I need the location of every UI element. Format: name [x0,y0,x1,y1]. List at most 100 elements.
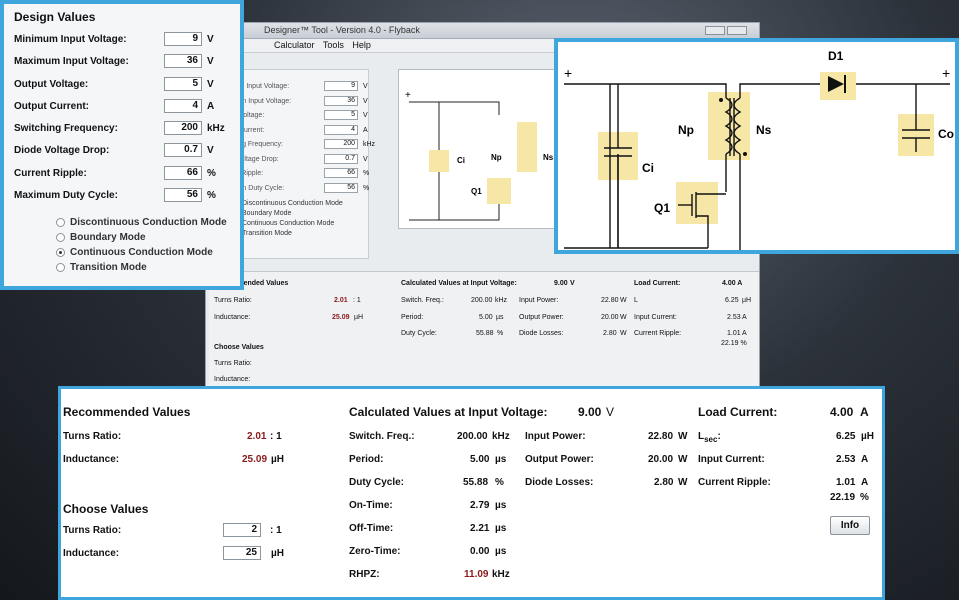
power-unit: W [678,454,688,465]
info-button[interactable]: Info [830,516,870,535]
bg-schematic: + Ci Np Ns Q1 [398,69,558,229]
bg-dmax-input[interactable]: 56 [324,182,358,193]
input-voltage-value: 9.00 [578,405,602,419]
input-current-unit: A [861,454,869,465]
radio-button[interactable] [56,263,65,273]
switching-frequency-row: Switching Frequency: 200 kHz [14,119,234,141]
calc-label: On-Time: [349,500,393,511]
d1-label: D1 [828,49,844,63]
field-label: Maximum Input Voltage: [14,56,129,68]
radio-label: Discontinuous Conduction Mode [70,217,227,229]
calc-label: Duty Cycle: [349,477,405,488]
rec-turns-unit: : 1 [270,431,282,442]
rec-inductance-label: Inductance: [63,454,120,465]
bg-plus-label: + [405,90,411,101]
radio-button-selected[interactable] [56,248,65,258]
output-current-row: Output Current: 4 A [14,97,234,119]
bg-q1-label: Q1 [471,187,482,196]
bg-np-label: Np [491,153,502,162]
current-ripple-pct-unit: % [860,492,869,503]
q1-label: Q1 [654,201,670,215]
rhpz-value: 11.09 [464,569,489,580]
calc-value: 2.21 [470,523,490,534]
ns-label: Ns [756,123,772,137]
calc-unit: µs [495,500,507,511]
diode-voltage-drop-input[interactable]: 0.7 [164,143,202,158]
bg-max-vin-input[interactable]: 36 [324,95,358,106]
min-input-voltage-input[interactable]: 9 [164,32,202,46]
field-label: Output Current: [14,100,89,112]
unit-label: A [207,100,215,112]
ci-label: Ci [642,161,654,175]
choose-turns-label: Turns Ratio: [63,525,122,536]
bg-vout-input[interactable]: 5 [324,110,358,120]
calc-unit: % [495,477,504,488]
radio-transition-mode[interactable]: Transition Mode [14,261,234,276]
current-ripple-value: 1.01 [836,477,856,488]
plus-right-label: + [942,65,950,81]
radio-discontinuous-mode[interactable]: Discontinuous Conduction Mode [14,216,234,231]
maximize-button[interactable] [727,26,747,35]
rec-turns-value: 2.01 [247,431,267,442]
calc-value: 55.88 [463,477,489,488]
output-current-input[interactable]: 4 [164,98,202,113]
rec-turns-label: Turns Ratio: [63,431,122,442]
switching-frequency-input[interactable]: 200 [164,121,202,136]
unit-label: % [207,190,216,202]
schematic-zoom-panel: + + Ci Np Ns Q1 D1 Co [554,38,959,254]
radio-boundary-mode[interactable]: Boundary Mode [14,231,234,246]
radio-label: Transition Mode [70,262,147,274]
design-values-heading: Design Values [14,10,96,24]
calc-label: Switch. Freq.: [349,431,415,442]
current-ripple-input[interactable]: 66 [164,165,202,180]
turns-ratio-input[interactable]: 2 [223,523,261,537]
field-label: Maximum Duty Cycle: [14,190,118,202]
calculated-heading: Calculated Values at Input Voltage: [349,405,548,419]
bg-iout-input[interactable]: 4 [324,124,358,135]
bg-fsw-input[interactable]: 200 [324,139,358,149]
unit-label: V [207,145,214,157]
max-duty-cycle-input[interactable]: 56 [164,188,202,203]
unit-label: V [207,78,214,90]
power-label: Output Power: [525,454,594,465]
power-value: 2.80 [654,477,674,488]
rec-inductance-unit: µH [271,454,284,465]
unit-label: kHz [207,123,225,135]
lsec-value: 6.25 [836,431,856,442]
radio-button[interactable] [56,233,65,243]
current-ripple-row: Current Ripple: 66 % [14,164,234,186]
minimize-button[interactable] [705,26,725,35]
bg-ripple-input[interactable]: 66 [324,168,358,178]
bg-min-vin-input[interactable]: 9 [324,81,358,91]
rec-inductance-value: 25.09 [242,454,268,465]
menu-calculator[interactable]: Calculator [274,40,315,50]
lsec-label: Lsec: [698,431,721,444]
max-input-voltage-input[interactable]: 36 [164,54,202,69]
inductance-input[interactable]: 25 [223,546,261,560]
calc-label: RHPZ: [349,569,380,580]
transformer-highlight [708,92,750,160]
np-label: Np [678,123,694,137]
max-input-voltage-row: Maximum Input Voltage: 36 V [14,52,234,74]
radio-continuous-mode[interactable]: Continuous Conduction Mode [14,246,234,261]
menu-tools[interactable]: Tools [323,40,344,50]
max-duty-cycle-row: Maximum Duty Cycle: 56 % [14,186,234,208]
load-current-heading: Load Current: [698,405,778,419]
bg-results-panel: Recommended Values Turns Ratio: 2.01 : 1… [209,271,759,391]
radio-button[interactable] [56,218,65,228]
power-unit: W [678,477,688,488]
calc-value: 0.00 [470,546,490,557]
unit-label: V [207,34,214,45]
flyback-schematic: + + Ci Np Ns Q1 D1 Co [564,49,954,250]
menu-help[interactable]: Help [352,40,371,50]
calc-label: Zero-Time: [349,546,401,557]
field-label: Current Ripple: [14,167,87,179]
calc-unit: kHz [492,569,510,580]
bg-vd-input[interactable]: 0.7 [324,153,358,164]
output-voltage-input[interactable]: 5 [164,76,202,91]
calc-value: 2.79 [470,500,490,511]
input-voltage-unit: V [606,405,615,419]
power-label: Input Power: [525,431,586,442]
choose-inductance-label: Inductance: [63,548,120,559]
bg-ci-label: Ci [457,156,465,165]
